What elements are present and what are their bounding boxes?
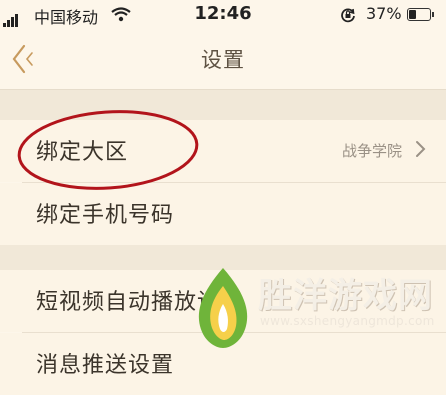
orientation-lock-icon bbox=[340, 7, 356, 27]
navigation-bar: 设置 bbox=[0, 30, 446, 88]
group-spacer bbox=[0, 90, 446, 120]
battery-level bbox=[409, 10, 417, 19]
watermark-url: www.sxshengyangmdp.com bbox=[260, 314, 435, 328]
watermark: 胜洋游戏网 www.sxshengyangmdp.com bbox=[186, 262, 446, 359]
settings-row-bind-phone[interactable]: 绑定手机号码 bbox=[0, 183, 446, 245]
status-bar: 中国移动 12:46 37% bbox=[0, 0, 446, 30]
settings-row-value: 战争学院 bbox=[341, 142, 402, 160]
battery-icon bbox=[407, 8, 431, 21]
settings-row-label: 绑定大区 bbox=[36, 140, 129, 165]
watermark-logo-icon bbox=[198, 268, 248, 348]
settings-row-label: 消息推送设置 bbox=[36, 353, 175, 378]
settings-row-label: 绑定手机号码 bbox=[36, 203, 175, 228]
settings-row-bind-region[interactable]: 绑定大区 战争学院 bbox=[0, 120, 446, 182]
battery-percent: 37% bbox=[366, 4, 402, 23]
watermark-text: 胜洋游戏网 bbox=[258, 276, 433, 316]
chevron-right-icon bbox=[414, 139, 426, 163]
battery-tip bbox=[432, 12, 434, 17]
page-title: 设置 bbox=[201, 48, 245, 72]
